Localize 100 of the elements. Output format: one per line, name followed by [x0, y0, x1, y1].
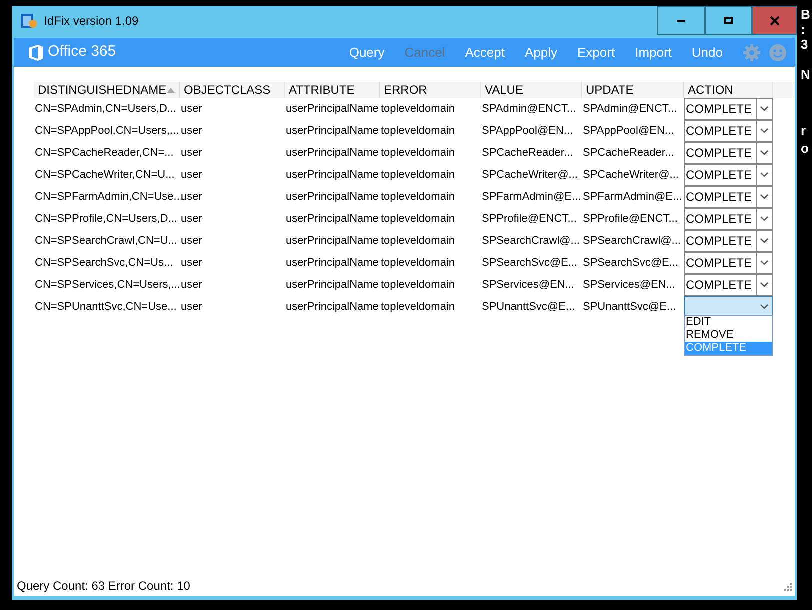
- column-header[interactable]: VALUE: [481, 82, 582, 98]
- desktop-text: r: [801, 124, 806, 138]
- maximize-button[interactable]: [705, 6, 752, 35]
- action-dropdown[interactable]: COMPLETE: [684, 98, 773, 120]
- table-cell-text: SPSearchCrawl@...: [582, 234, 682, 249]
- table-cell-text: CN=SPFarmAdmin,CN=Use...: [34, 190, 180, 205]
- table-cell-text: SPCacheReader...: [481, 146, 574, 161]
- table-cell-text: userPrincipalName: [285, 234, 380, 249]
- table-cell-text: SPSearchSvc@E...: [582, 256, 680, 271]
- chevron-down-icon: [760, 128, 769, 134]
- app-logo-icon: [20, 12, 38, 30]
- chevron-down-icon: [760, 106, 769, 112]
- table-cell-text: user: [180, 146, 204, 161]
- table-cell-text: userPrincipalName: [285, 190, 380, 205]
- column-header[interactable]: ERROR: [380, 82, 481, 98]
- table-cell-text: topleveldomain: [380, 124, 456, 139]
- table-cell-text: SPAdmin@ENCT...: [481, 102, 578, 117]
- table-cell-text: SPSearchCrawl@...: [481, 234, 581, 249]
- desktop-text: o: [801, 142, 809, 156]
- table-cell-text: user: [180, 212, 204, 227]
- table-cell-text: CN=SPUnanttSvc,CN=Use...: [34, 300, 178, 315]
- action-dropdown[interactable]: COMPLETE: [684, 142, 773, 164]
- brand-name: Office 365: [48, 42, 116, 62]
- desktop-text: N: [801, 68, 810, 82]
- table-cell-text: SPCacheWriter@...: [481, 168, 579, 183]
- table-cell-text: SPServices@EN...: [582, 278, 676, 293]
- table-cell-text: CN=SPCacheReader,CN=...: [34, 146, 175, 161]
- close-button[interactable]: [752, 6, 797, 35]
- table-cell-text: topleveldomain: [380, 278, 456, 293]
- column-header[interactable]: DISTINGUISHEDNAME: [34, 82, 180, 98]
- table-cell-text: userPrincipalName: [285, 212, 380, 227]
- table-cell-text: SPProfile@ENCT...: [481, 212, 578, 227]
- table-cell-text: topleveldomain: [380, 168, 456, 183]
- table-cell-text: userPrincipalName: [285, 102, 380, 117]
- action-dropdown[interactable]: COMPLETE: [684, 252, 773, 274]
- action-dropdown[interactable]: COMPLETE: [684, 186, 773, 208]
- table-cell-text: topleveldomain: [380, 300, 456, 315]
- dropdown-option[interactable]: REMOVE: [685, 329, 772, 342]
- table-cell-text: CN=SPCacheWriter,CN=U...: [34, 168, 176, 183]
- table-cell-text: SPCacheWriter@...: [582, 168, 680, 183]
- chevron-down-icon: [760, 282, 769, 288]
- table-cell-text: user: [180, 124, 204, 139]
- table-cell-text: SPUnanttSvc@E...: [481, 300, 576, 315]
- desktop-text: :: [801, 23, 806, 37]
- action-dropdown[interactable]: COMPLETE: [684, 274, 773, 296]
- chevron-down-icon: [760, 150, 769, 156]
- column-header[interactable]: OBJECTCLASS: [180, 82, 285, 98]
- table-cell-text: SPSearchSvc@E...: [481, 256, 579, 271]
- table-cell-text: userPrincipalName: [285, 300, 380, 315]
- table-cell-text: CN=SPSearchSvc,CN=Us...: [34, 256, 174, 271]
- table-cell-text: SPUnanttSvc@E...: [582, 300, 678, 315]
- table-cell-text: SPAdmin@ENCT...: [582, 102, 678, 117]
- action-dropdown[interactable]: COMPLETE: [684, 230, 773, 252]
- table-cell-text: topleveldomain: [380, 146, 456, 161]
- window-title: IdFix version 1.09: [44, 12, 139, 30]
- desktop-text: B: [801, 8, 810, 22]
- table-cell-text: SPFarmAdmin@E...: [481, 190, 582, 205]
- table-cell-text: user: [180, 102, 204, 117]
- table-cell-text: SPProfile@ENCT...: [582, 212, 679, 227]
- desktop-text: 3: [801, 38, 808, 52]
- table-cell-text: SPServices@EN...: [481, 278, 576, 293]
- table-cell-text: SPCacheReader...: [582, 146, 676, 161]
- action-dropdown[interactable]: COMPLETE: [684, 120, 773, 142]
- table-cell-text: user: [180, 256, 204, 271]
- table-cell-text: userPrincipalName: [285, 256, 380, 271]
- chevron-down-icon: [760, 304, 768, 310]
- column-header[interactable]: ATTRIBUTE: [285, 82, 380, 98]
- resize-grip-icon[interactable]: [782, 581, 792, 591]
- table-cell-text: userPrincipalName: [285, 278, 380, 293]
- table-cell-text: user: [180, 300, 204, 315]
- action-dropdown[interactable]: COMPLETE: [684, 208, 773, 230]
- table-cell-text: CN=SPServices,CN=Users,...: [34, 278, 180, 293]
- status-text: Query Count: 63 Error Count: 10: [17, 578, 190, 595]
- table-cell-text: SPFarmAdmin@E...: [582, 190, 684, 205]
- table-cell-text: userPrincipalName: [285, 124, 380, 139]
- dropdown-option[interactable]: EDIT: [685, 316, 772, 329]
- table-cell-text: userPrincipalName: [285, 168, 380, 183]
- table-cell-text: topleveldomain: [380, 212, 456, 227]
- office-logo-icon: [28, 44, 44, 62]
- chevron-down-icon: [760, 216, 769, 222]
- chevron-down-icon: [760, 260, 769, 266]
- table-cell-text: CN=SPSearchCrawl,CN=U...: [34, 234, 178, 249]
- table-cell-text: user: [181, 190, 204, 205]
- chevron-down-icon: [760, 238, 769, 244]
- chevron-down-icon: [760, 194, 769, 200]
- table-cell-text: CN=SPProfile,CN=Users,D...: [34, 212, 178, 227]
- table-cell-text: CN=SPAppPool,CN=Users,...: [34, 124, 180, 139]
- table-cell-text: CN=SPAdmin,CN=Users,D...: [34, 102, 178, 117]
- table-cell-text: topleveldomain: [380, 102, 456, 117]
- table-cell-text: topleveldomain: [380, 234, 456, 249]
- table-cell-text: user: [180, 168, 204, 183]
- close-icon: [770, 16, 780, 26]
- chevron-down-icon: [760, 172, 769, 178]
- table-cell-text: topleveldomain: [380, 190, 456, 205]
- table-cell-text: topleveldomain: [380, 256, 456, 271]
- column-header[interactable]: UPDATE: [582, 82, 684, 98]
- table-cell-text: SPAppPool@EN...: [582, 124, 676, 139]
- table-cell-text: user: [180, 234, 204, 249]
- action-dropdown[interactable]: COMPLETE: [684, 164, 773, 186]
- table-cell-text: userPrincipalName: [285, 146, 380, 161]
